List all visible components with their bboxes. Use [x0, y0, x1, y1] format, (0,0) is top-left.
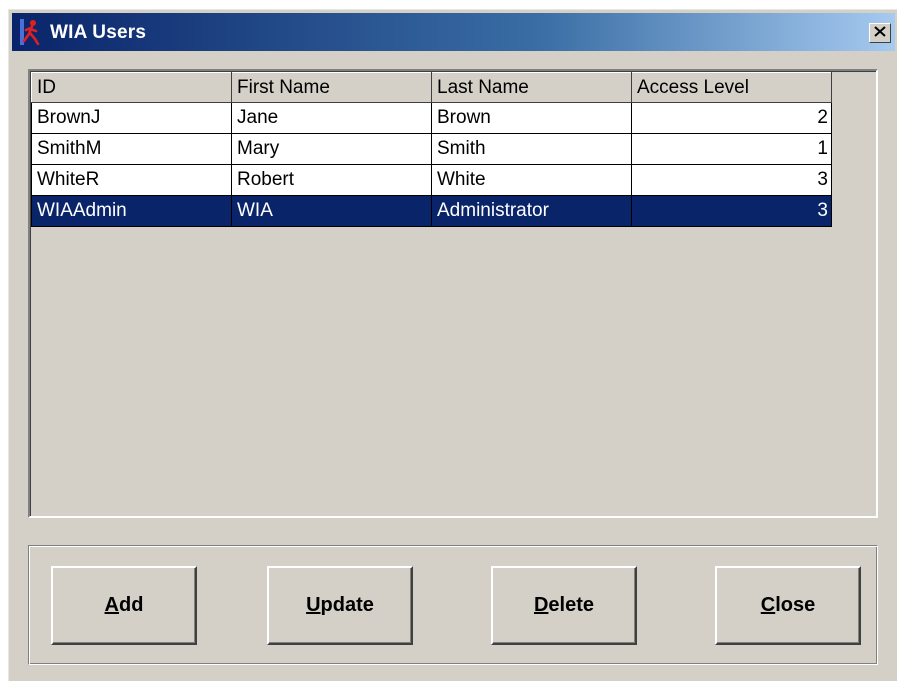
- cell-last-name: Administrator: [431, 195, 632, 227]
- add-button[interactable]: Add: [51, 566, 197, 645]
- column-header-last-name[interactable]: Last Name: [431, 72, 632, 103]
- cell-id: BrownJ: [31, 102, 232, 134]
- close-button[interactable]: Close: [715, 566, 861, 645]
- table-row[interactable]: WhiteR Robert White 3: [31, 164, 832, 196]
- running-figure-icon: [20, 19, 42, 46]
- cell-first-name: Jane: [231, 102, 432, 134]
- add-button-label: dd: [119, 594, 144, 616]
- cell-last-name: Smith: [431, 133, 632, 165]
- title-bar[interactable]: WIA Users: [12, 13, 895, 51]
- close-window-button[interactable]: [869, 23, 891, 43]
- cell-access-level: 3: [631, 195, 832, 227]
- update-button[interactable]: Update: [267, 566, 413, 645]
- close-button-accelerator: C: [760, 594, 776, 616]
- table-header-row: ID First Name Last Name Access Level: [31, 72, 832, 103]
- users-table: ID First Name Last Name Access Level Bro…: [31, 72, 832, 227]
- cell-first-name: Robert: [231, 164, 432, 196]
- table-row[interactable]: SmithM Mary Smith 1: [31, 133, 832, 165]
- delete-button-label: elete: [548, 594, 595, 616]
- button-group: Add Update Delete Close: [28, 545, 878, 665]
- cell-id: SmithM: [31, 133, 232, 165]
- delete-button-accelerator: D: [533, 594, 549, 616]
- cell-access-level: 1: [631, 133, 832, 165]
- cell-first-name: Mary: [231, 133, 432, 165]
- cell-last-name: White: [431, 164, 632, 196]
- wia-users-dialog: WIA Users ID First Name Last Name Access…: [8, 9, 897, 681]
- close-button-label: lose: [775, 594, 816, 616]
- close-icon: [874, 24, 886, 42]
- update-button-accelerator: U: [306, 594, 321, 616]
- column-header-id[interactable]: ID: [31, 72, 232, 103]
- cell-last-name: Brown: [431, 102, 632, 134]
- table-row[interactable]: BrownJ Jane Brown 2: [31, 102, 832, 134]
- window-title: WIA Users: [50, 22, 147, 43]
- users-list[interactable]: ID First Name Last Name Access Level Bro…: [28, 69, 878, 518]
- cell-id: WIAAdmin: [31, 195, 232, 227]
- table-row-selected[interactable]: WIAAdmin WIA Administrator 3: [31, 195, 832, 227]
- cell-first-name: WIA: [231, 195, 432, 227]
- column-header-first-name[interactable]: First Name: [231, 72, 432, 103]
- delete-button[interactable]: Delete: [491, 566, 637, 645]
- update-button-label: pdate: [320, 594, 374, 616]
- cell-access-level: 2: [631, 102, 832, 134]
- column-header-access-level[interactable]: Access Level: [631, 72, 832, 103]
- add-button-accelerator: A: [104, 594, 119, 616]
- cell-id: WhiteR: [31, 164, 232, 196]
- cell-access-level: 3: [631, 164, 832, 196]
